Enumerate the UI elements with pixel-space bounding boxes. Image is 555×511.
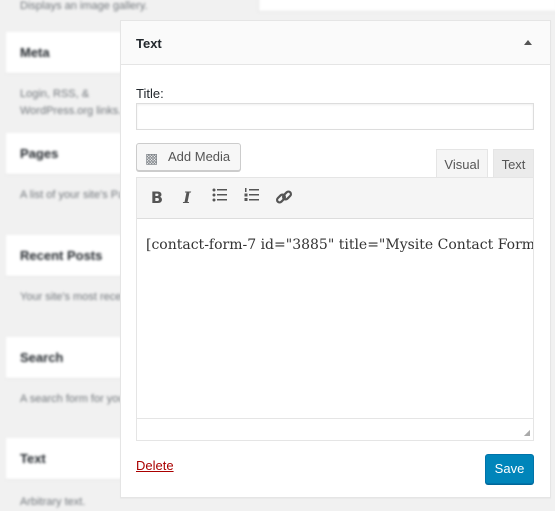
add-media-button[interactable]: ▩ Add Media xyxy=(136,143,241,171)
numbered-list-icon[interactable] xyxy=(242,188,262,208)
link-icon[interactable] xyxy=(274,188,294,208)
title-label: Title: xyxy=(136,86,164,101)
bold-icon[interactable]: B xyxy=(147,188,167,208)
widget-description: Displays an image gallery. xyxy=(20,0,148,12)
tab-text[interactable]: Text xyxy=(493,149,534,178)
title-input[interactable] xyxy=(136,103,534,130)
panel-title: Text xyxy=(136,36,162,51)
save-button[interactable]: Save xyxy=(485,454,534,484)
widget-description: Login, RSS, & WordPress.org links. xyxy=(20,88,122,117)
editor: B I [contact-form-7 id="3885" title="Mys… xyxy=(136,177,534,441)
add-media-label: Add Media xyxy=(168,149,231,164)
text-widget-panel: Text Title: ▩ Add Media Visual Text B I … xyxy=(120,20,551,498)
resize-handle-icon[interactable]: ◢ xyxy=(524,428,530,437)
bullet-list-icon[interactable] xyxy=(210,188,230,208)
media-icon: ▩ xyxy=(145,150,159,166)
sidebar-area xyxy=(258,0,555,12)
delete-link[interactable]: Delete xyxy=(136,458,174,473)
italic-icon[interactable]: I xyxy=(177,188,197,208)
tab-visual[interactable]: Visual xyxy=(436,149,488,178)
panel-header[interactable]: Text xyxy=(121,21,550,65)
editor-content[interactable]: [contact-form-7 id="3885" title="Mysite … xyxy=(137,219,533,419)
collapse-arrow-icon[interactable] xyxy=(524,40,532,45)
editor-toolbar: B I xyxy=(137,178,533,219)
